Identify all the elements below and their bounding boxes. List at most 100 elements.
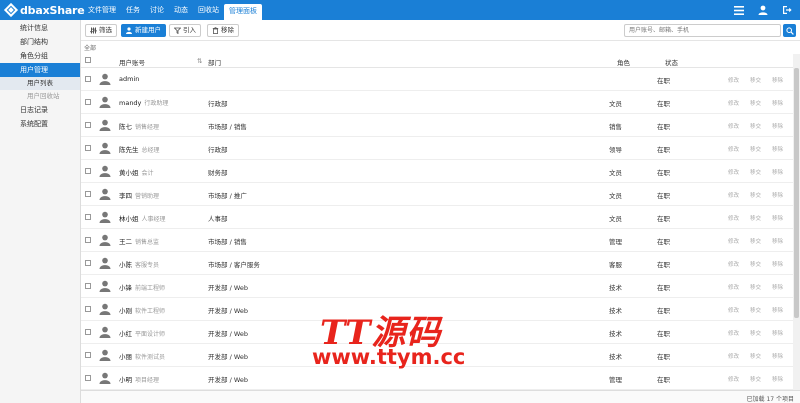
table-row[interactable]: 小红 平面设计师 开发部 / Web 技术 在职 修改 移交 移除 — [81, 321, 793, 344]
edit-button[interactable]: 修改 — [728, 76, 739, 84]
row-checkbox[interactable] — [85, 306, 91, 312]
user-name-cell[interactable]: 小丽 软件测试员 — [119, 351, 165, 361]
column-dept[interactable]: 部门 — [208, 57, 221, 67]
transfer-button[interactable]: 移交 — [750, 99, 761, 107]
row-checkbox[interactable] — [85, 375, 91, 381]
tab-tasks[interactable]: 任务 — [121, 0, 145, 20]
transfer-button[interactable]: 移交 — [750, 237, 761, 245]
breadcrumb[interactable]: 全部 — [84, 43, 96, 52]
table-row[interactable]: 陈先生 总经理 行政部 领导 在职 修改 移交 移除 — [81, 137, 793, 160]
sidebar-item-statistics[interactable]: 统计信息 — [0, 21, 80, 35]
edit-button[interactable]: 修改 — [728, 260, 739, 268]
table-row[interactable]: 陈七 销售经理 市场部 / 销售 销售 在职 修改 移交 移除 — [81, 114, 793, 137]
sidebar-subitem-user-recycle[interactable]: 用户回收站 — [0, 90, 80, 103]
edit-button[interactable]: 修改 — [728, 145, 739, 153]
transfer-button[interactable]: 移交 — [750, 76, 761, 84]
remove-user-button[interactable]: 移除 — [772, 76, 783, 84]
edit-button[interactable]: 修改 — [728, 191, 739, 199]
transfer-button[interactable]: 移交 — [750, 329, 761, 337]
row-checkbox[interactable] — [85, 122, 91, 128]
remove-user-button[interactable]: 移除 — [772, 375, 783, 383]
vertical-scrollbar[interactable] — [793, 54, 800, 390]
table-row[interactable]: 黄小姐 会计 财务部 文员 在职 修改 移交 移除 — [81, 160, 793, 183]
tab-recycle-bin[interactable]: 回收站 — [193, 0, 224, 20]
transfer-button[interactable]: 移交 — [750, 168, 761, 176]
transfer-button[interactable]: 移交 — [750, 191, 761, 199]
table-row[interactable]: admin 在职 修改 移交 移除 — [81, 68, 793, 91]
row-checkbox[interactable] — [85, 76, 91, 82]
transfer-button[interactable]: 移交 — [750, 214, 761, 222]
sort-icon[interactable]: ⇅ — [197, 57, 202, 65]
remove-user-button[interactable]: 移除 — [772, 283, 783, 291]
row-checkbox[interactable] — [85, 99, 91, 105]
transfer-button[interactable]: 移交 — [750, 283, 761, 291]
transfer-button[interactable]: 移交 — [750, 306, 761, 314]
import-button[interactable]: 引入 — [169, 24, 201, 37]
remove-user-button[interactable]: 移除 — [772, 99, 783, 107]
user-name-cell[interactable]: 王二 销售总监 — [119, 236, 159, 246]
table-row[interactable]: 林小姐 人事经理 人事部 文员 在职 修改 移交 移除 — [81, 206, 793, 229]
remove-user-button[interactable]: 移除 — [772, 306, 783, 314]
column-status[interactable]: 状态 — [665, 57, 678, 67]
row-checkbox[interactable] — [85, 352, 91, 358]
edit-button[interactable]: 修改 — [728, 237, 739, 245]
edit-button[interactable]: 修改 — [728, 168, 739, 176]
sidebar-item-user-management[interactable]: 用户管理 — [0, 63, 80, 77]
logout-icon[interactable] — [780, 3, 794, 17]
remove-user-button[interactable]: 移除 — [772, 191, 783, 199]
user-name-cell[interactable]: 李四 营销助理 — [119, 190, 159, 200]
sidebar-subitem-user-list[interactable]: 用户列表 — [0, 77, 80, 90]
table-row[interactable]: mandy 行政助理 行政部 文员 在职 修改 移交 移除 — [81, 91, 793, 114]
edit-button[interactable]: 修改 — [728, 306, 739, 314]
table-row[interactable]: 小刚 软件工程师 开发部 / Web 技术 在职 修改 移交 移除 — [81, 298, 793, 321]
sidebar-item-logs[interactable]: 日志记录 — [0, 103, 80, 117]
edit-button[interactable]: 修改 — [728, 122, 739, 130]
edit-button[interactable]: 修改 — [728, 375, 739, 383]
row-checkbox[interactable] — [85, 329, 91, 335]
table-row[interactable]: 小锋 前端工程师 开发部 / Web 技术 在职 修改 移交 移除 — [81, 275, 793, 298]
remove-user-button[interactable]: 移除 — [772, 260, 783, 268]
remove-user-button[interactable]: 移除 — [772, 168, 783, 176]
user-name-cell[interactable]: mandy 行政助理 — [119, 98, 168, 107]
row-checkbox[interactable] — [85, 214, 91, 220]
user-name-cell[interactable]: 林小姐 人事经理 — [119, 213, 166, 223]
column-account[interactable]: 用户账号 — [119, 57, 145, 67]
remove-user-button[interactable]: 移除 — [772, 329, 783, 337]
edit-button[interactable]: 修改 — [728, 99, 739, 107]
edit-button[interactable]: 修改 — [728, 329, 739, 337]
filter-button[interactable]: 筛选 — [85, 24, 117, 37]
tab-files[interactable]: 文件管理 — [83, 0, 121, 20]
user-name-cell[interactable]: 小刚 软件工程师 — [119, 305, 165, 315]
user-icon[interactable] — [756, 3, 770, 17]
search-input[interactable] — [624, 24, 781, 37]
row-checkbox[interactable] — [85, 168, 91, 174]
transfer-button[interactable]: 移交 — [750, 145, 761, 153]
user-name-cell[interactable]: 小陈 客服专员 — [119, 259, 159, 269]
new-user-button[interactable]: 新建用户 — [121, 24, 166, 37]
table-row[interactable]: 小明 项目经理 开发部 / Web 管理 在职 修改 移交 移除 — [81, 367, 793, 390]
sidebar-item-roles[interactable]: 角色分组 — [0, 49, 80, 63]
user-name-cell[interactable]: admin — [119, 75, 142, 83]
row-checkbox[interactable] — [85, 237, 91, 243]
search-button[interactable] — [783, 24, 796, 37]
table-row[interactable]: 王二 销售总监 市场部 / 销售 管理 在职 修改 移交 移除 — [81, 229, 793, 252]
table-row[interactable]: 小丽 软件测试员 开发部 / Web 技术 在职 修改 移交 移除 — [81, 344, 793, 367]
menu-icon[interactable] — [732, 3, 746, 17]
edit-button[interactable]: 修改 — [728, 214, 739, 222]
remove-user-button[interactable]: 移除 — [772, 214, 783, 222]
remove-button[interactable]: 移除 — [207, 24, 239, 37]
edit-button[interactable]: 修改 — [728, 352, 739, 360]
sidebar-item-departments[interactable]: 部门结构 — [0, 35, 80, 49]
edit-button[interactable]: 修改 — [728, 283, 739, 291]
user-name-cell[interactable]: 陈先生 总经理 — [119, 144, 160, 154]
transfer-button[interactable]: 移交 — [750, 122, 761, 130]
remove-user-button[interactable]: 移除 — [772, 352, 783, 360]
row-checkbox[interactable] — [85, 191, 91, 197]
tab-admin-panel[interactable]: 管理面板 — [224, 4, 262, 20]
sidebar-item-settings[interactable]: 系统配置 — [0, 117, 80, 131]
row-checkbox[interactable] — [85, 145, 91, 151]
table-row[interactable]: 小陈 客服专员 市场部 / 客户服务 客服 在职 修改 移交 移除 — [81, 252, 793, 275]
remove-user-button[interactable]: 移除 — [772, 122, 783, 130]
table-row[interactable]: 李四 营销助理 市场部 / 推广 文员 在职 修改 移交 移除 — [81, 183, 793, 206]
user-name-cell[interactable]: 黄小姐 会计 — [119, 167, 154, 177]
